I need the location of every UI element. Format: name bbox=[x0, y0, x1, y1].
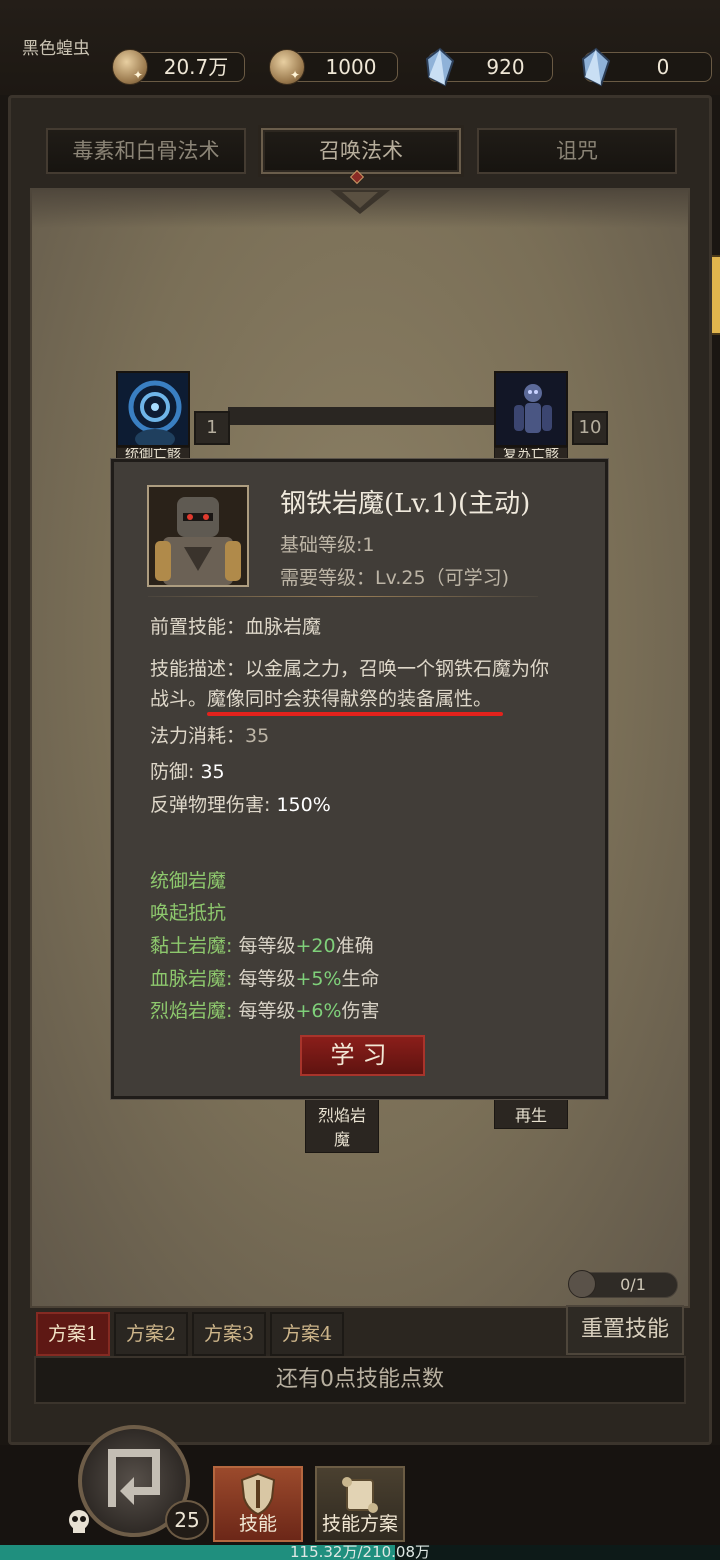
reset-skills-button[interactable]: 重置技能 bbox=[566, 1305, 684, 1355]
description-text: 战斗。 bbox=[150, 688, 208, 710]
skull-icon bbox=[69, 1510, 89, 1533]
highlight-underline bbox=[207, 712, 503, 716]
synergy-line: 黏土岩魔: 每等级+20准确 bbox=[150, 931, 374, 958]
skill-level-box: 10 bbox=[572, 411, 608, 445]
synergy-pre: 每等级 bbox=[238, 935, 296, 957]
reflect-line: 反弹物理伤害: 150% bbox=[150, 790, 331, 817]
skeleton-icon bbox=[496, 373, 566, 445]
synergy-line: 烈焰岩魔: 每等级+6%伤害 bbox=[150, 996, 380, 1023]
synergy-name: 烈焰岩魔: bbox=[150, 1000, 233, 1022]
plan-tab-4[interactable]: 方案4 bbox=[270, 1312, 344, 1356]
nav-skill-plans-label: 技能方案 bbox=[321, 1513, 398, 1535]
currency-value: 1000 bbox=[325, 55, 377, 79]
nav-skills-button[interactable]: 技能 bbox=[213, 1466, 303, 1542]
synergy-post: 准确 bbox=[335, 935, 374, 957]
tab-curse[interactable]: 诅咒 bbox=[477, 128, 677, 174]
tab-poison-bone[interactable]: 毒素和白骨法术 bbox=[46, 128, 246, 174]
plan-tab-1[interactable]: 方案1 bbox=[36, 1312, 110, 1356]
description-highlight: 魔像同时会获得献祭的装备属性。 bbox=[207, 688, 493, 710]
synergy-name: 黏土岩魔: bbox=[150, 935, 233, 957]
currency-gold[interactable]: 20.7万 bbox=[112, 49, 245, 85]
skill-level-box: 1 bbox=[194, 411, 230, 445]
reflect-label: 反弹物理伤害: bbox=[150, 794, 277, 816]
currency-crystal-2[interactable]: 0 bbox=[581, 47, 712, 87]
synergy-line: 唤起抵抗 bbox=[150, 902, 227, 924]
spirit-swirl-icon bbox=[118, 373, 188, 445]
prerequisite-line: 前置技能：血脉岩魔 bbox=[150, 612, 321, 639]
skill-points-remaining: 还有0点技能点数 bbox=[34, 1356, 686, 1404]
mana-label: 法力消耗： bbox=[150, 725, 246, 747]
synergy-post: 生命 bbox=[341, 968, 380, 990]
hero-level: 25 bbox=[165, 1500, 209, 1540]
currency-value: 0 bbox=[656, 55, 670, 79]
synergy-post: 伤害 bbox=[341, 1000, 380, 1022]
defense-value: 35 bbox=[200, 761, 225, 783]
currency-value: 920 bbox=[486, 55, 525, 79]
skill-node-label: 烈焰岩魔 bbox=[305, 1099, 379, 1153]
nav-skills-label: 技能 bbox=[238, 1513, 277, 1535]
reset-token-icon bbox=[568, 1270, 596, 1298]
skill-node-command-corpse[interactable] bbox=[116, 371, 190, 447]
iron-golem-portrait-icon bbox=[147, 485, 249, 587]
synergy-plus: +6% bbox=[295, 1000, 342, 1022]
synergy-line: 血脉岩魔: 每等级+5%生命 bbox=[150, 964, 380, 991]
skill-node-revive-corpse[interactable] bbox=[494, 371, 568, 447]
divider bbox=[148, 596, 538, 597]
currency-crystal[interactable]: 920 bbox=[425, 47, 553, 87]
prereq-label: 前置技能： bbox=[150, 616, 246, 638]
ornament-icon bbox=[330, 190, 390, 214]
description-line-2: 战斗。魔像同时会获得献祭的装备属性。 bbox=[150, 684, 492, 711]
synergy-line: 统御岩魔 bbox=[150, 870, 227, 892]
mana-cost-line: 法力消耗：35 bbox=[150, 721, 269, 748]
synergy-plus: +20 bbox=[295, 935, 336, 957]
synergy-plus: +5% bbox=[295, 968, 342, 990]
currency-bronze[interactable]: 1000 bbox=[269, 49, 398, 85]
plan-tab-3[interactable]: 方案3 bbox=[192, 1312, 266, 1356]
tab-summon[interactable]: 召唤法术 bbox=[261, 128, 461, 174]
defense-line: 防御: 35 bbox=[150, 757, 225, 784]
synergy-pre: 每等级 bbox=[238, 1000, 296, 1022]
learn-button[interactable]: 学习 bbox=[300, 1035, 425, 1076]
plan-tab-2[interactable]: 方案2 bbox=[114, 1312, 188, 1356]
currency-value: 20.7万 bbox=[163, 55, 229, 79]
synergy-name: 血脉岩魔: bbox=[150, 968, 233, 990]
player-name: 黑色蝗虫 bbox=[22, 39, 90, 59]
description-line-1: 技能描述：以金属之力，召唤一个钢铁石魔为你 bbox=[150, 658, 550, 680]
defense-label: 防御: bbox=[150, 761, 201, 783]
tree-connector bbox=[228, 407, 494, 425]
synergy-pre: 每等级 bbox=[238, 968, 296, 990]
skill-title: 钢铁岩魔(Lv.1)(主动) bbox=[280, 489, 531, 519]
base-level-text: 基础等级:1 bbox=[280, 534, 375, 556]
skill-node-label: 再生 bbox=[494, 1099, 568, 1129]
reflect-value: 150% bbox=[276, 794, 331, 816]
prereq-value: 血脉岩魔 bbox=[245, 616, 322, 638]
nav-skill-plans-button[interactable]: 技能方案 bbox=[315, 1466, 405, 1542]
mana-value: 35 bbox=[245, 725, 270, 747]
xp-text: 115.32万/210.08万 bbox=[289, 1543, 431, 1560]
required-level-text: 需要等级：Lv.25（可学习) bbox=[280, 567, 509, 589]
